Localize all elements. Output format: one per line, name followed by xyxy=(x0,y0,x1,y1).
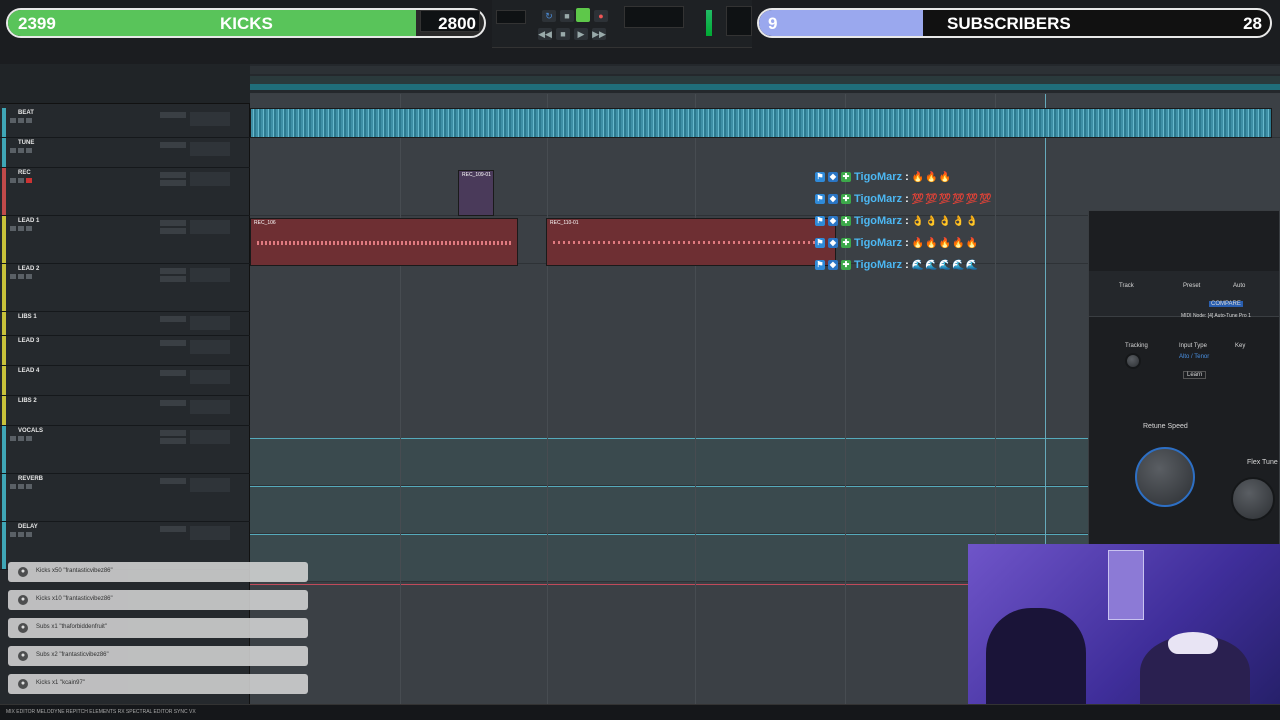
kicks-label: KICKS xyxy=(220,14,273,33)
track-lead-1[interactable]: LEAD 1 xyxy=(0,216,250,264)
cap xyxy=(1168,632,1218,654)
beat-audio-clip[interactable] xyxy=(250,108,1272,138)
track-vocals[interactable]: VOCALS xyxy=(0,426,250,474)
online-button[interactable]: ■ xyxy=(560,10,574,22)
track-reverb[interactable]: REVERB xyxy=(0,474,250,522)
sync-button[interactable] xyxy=(576,8,590,22)
track-lead-2[interactable]: LEAD 2 xyxy=(0,264,250,312)
transport-bar: ◀◀ ■ ▶ ▶▶ ↻ ■ ● xyxy=(420,0,752,48)
rewind-button[interactable]: ◀◀ xyxy=(538,28,552,40)
kicks-target: 2800 xyxy=(438,14,476,33)
master-meter xyxy=(706,10,712,36)
chat-message: ⚑ ◆ ✚ TigoMarz: 👌👌👌👌👌 xyxy=(815,215,980,227)
daw-window: 2399 KICKS 2800 9 SUBSCRIBERS 28 ◀◀ ■ ▶ … xyxy=(0,0,1280,720)
meter-display xyxy=(624,6,684,28)
subscribers-target: 28 xyxy=(1243,14,1262,33)
rec-clip[interactable]: REC_109-01 xyxy=(458,170,494,216)
tracking-knob[interactable] xyxy=(1125,353,1141,369)
play-button[interactable]: ▶ xyxy=(574,28,588,40)
stop-button[interactable]: ■ xyxy=(556,28,570,40)
alert-item: ● Kicks x50 "frantasticvibez86" xyxy=(8,562,308,582)
bars-ruler xyxy=(250,66,1280,74)
tracklist-header xyxy=(0,64,250,104)
chat-message: ⚑ ◆ ✚ TigoMarz: 🔥🔥🔥 xyxy=(815,171,953,183)
webcam-feed xyxy=(968,544,1280,704)
alert-item: ● Kicks x1 "kcain97" xyxy=(8,674,308,694)
track-lead-4[interactable]: LEAD 4 xyxy=(0,366,250,396)
kicks-current: 2399 xyxy=(18,14,56,33)
chat-message: ⚑ ◆ ✚ TigoMarz: 🔥🔥🔥🔥🔥 xyxy=(815,237,980,249)
grid-display xyxy=(726,6,752,36)
record-button[interactable]: ● xyxy=(594,10,608,22)
kicks-goal-bar: 2399 KICKS 2800 xyxy=(6,8,486,38)
track-tune[interactable]: TUNE xyxy=(0,138,250,168)
person-left xyxy=(986,608,1086,704)
track-libs-2[interactable]: LIBS 2 xyxy=(0,396,250,426)
subscribers-label: SUBSCRIBERS xyxy=(947,14,1071,33)
bottom-tool-bar[interactable]: MIX EDITOR MELODYNE REPITCH ELEMENTS RX … xyxy=(0,704,1280,720)
kicks-goal-fill xyxy=(8,10,416,36)
track-rec[interactable]: REC xyxy=(0,168,250,216)
retune-speed-knob[interactable] xyxy=(1135,447,1195,507)
alert-item: ● Subs x2 "frantasticvibez86" xyxy=(8,646,308,666)
ffwd-button[interactable]: ▶▶ xyxy=(592,28,606,40)
compare-button[interactable]: COMPARE xyxy=(1209,301,1243,307)
poster-image xyxy=(1108,550,1144,620)
chat-message: ⚑ ◆ ✚ TigoMarz: 🌊🌊🌊🌊🌊 xyxy=(815,259,980,271)
lane-rec xyxy=(250,168,1280,216)
lead-clip-a[interactable]: REC_106 xyxy=(250,218,518,266)
track-libs-1[interactable]: LIBS 1 xyxy=(0,312,250,336)
track-lead-3[interactable]: LEAD 3 xyxy=(0,336,250,366)
subscribers-goal-bar: 9 SUBSCRIBERS 28 xyxy=(757,8,1272,38)
flex-tune-knob[interactable] xyxy=(1231,477,1275,521)
tempo-ruler xyxy=(250,84,1280,90)
tempo-display xyxy=(496,10,526,24)
subscribers-goal-fill xyxy=(759,10,923,36)
auto-tune-plugin-window: Track Preset Auto COMPARE MIDI Node: [4]… xyxy=(1088,210,1280,550)
marker-ruler xyxy=(250,76,1280,84)
alert-item: ● Subs x1 "thaforbiddenfruit" xyxy=(8,618,308,638)
chat-message: ⚑ ◆ ✚ TigoMarz: 💯💯💯💯💯💯 xyxy=(815,193,993,205)
alert-item: ● Kicks x10 "frantasticvibez86" xyxy=(8,590,308,610)
plugin-header xyxy=(1089,271,1279,317)
timeline-ruler[interactable] xyxy=(250,64,1280,94)
track-beat[interactable]: BEAT xyxy=(0,108,250,138)
learn-button[interactable]: Learn xyxy=(1183,371,1207,379)
lead-clip-b[interactable]: REC_110-01 xyxy=(546,218,836,266)
subscribers-current: 9 xyxy=(768,14,778,33)
loop-button[interactable]: ↻ xyxy=(542,10,556,22)
